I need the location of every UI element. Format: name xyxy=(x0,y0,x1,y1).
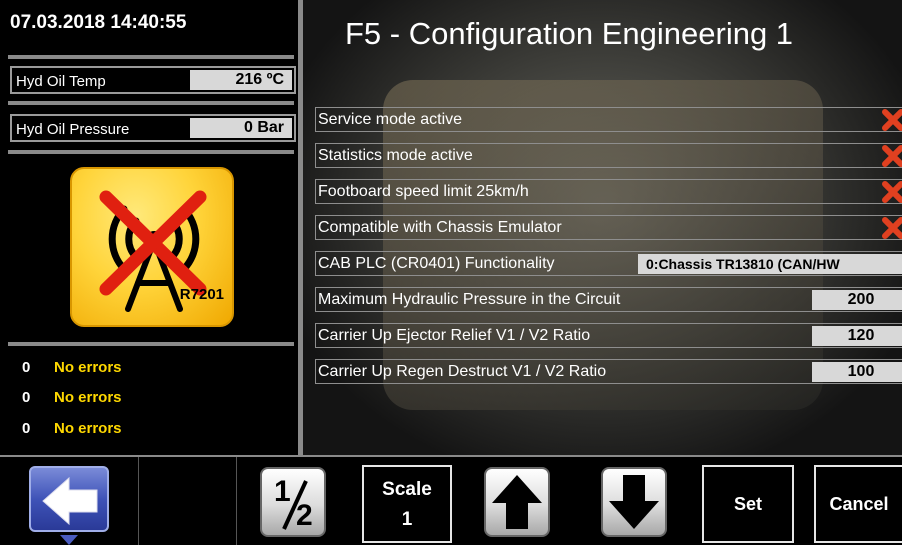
down-button[interactable] xyxy=(601,467,667,537)
error-message: No errors xyxy=(54,389,122,406)
fraction-denominator: 2 xyxy=(296,499,313,532)
page-title: F5 - Configuration Engineering 1 xyxy=(345,16,794,51)
cancel-button[interactable]: Cancel xyxy=(814,465,902,543)
datetime: 07.03.2018 14:40:55 xyxy=(10,12,187,33)
toolbar-divider xyxy=(138,457,139,545)
hyd-oil-pressure-readout: Hyd Oil Pressure 0 Bar xyxy=(10,114,296,142)
config-screen: F5 - Configuration Engineering 1 Service… xyxy=(303,0,902,455)
config-label: Carrier Up Ejector Relief V1 / V2 Ratio xyxy=(318,327,591,344)
caret-down-icon xyxy=(60,535,78,545)
divider xyxy=(8,150,294,154)
config-label: Statistics mode active xyxy=(318,147,473,164)
readout-value: 216 ºC xyxy=(190,70,292,90)
config-row-cab-plc[interactable]: CAB PLC (CR0401) Functionality 0:Chassis… xyxy=(315,251,902,276)
config-row-footboard-speed[interactable]: Footboard speed limit 25km/h xyxy=(315,179,902,204)
back-button[interactable] xyxy=(29,466,109,532)
error-line: 0 No errors xyxy=(22,359,122,376)
error-line: 0 No errors xyxy=(22,420,122,437)
config-row-ejector-relief-ratio[interactable]: Carrier Up Ejector Relief V1 / V2 Ratio … xyxy=(315,323,902,348)
divider xyxy=(8,55,294,59)
cab-plc-select[interactable]: 0:Chassis TR13810 (CAN/HW xyxy=(638,254,902,274)
error-message: No errors xyxy=(54,359,122,376)
error-count: 0 xyxy=(22,420,31,437)
config-row-chassis-emulator[interactable]: Compatible with Chassis Emulator xyxy=(315,215,902,240)
back-arrow-icon xyxy=(42,476,98,526)
radio-no-signal-icon xyxy=(99,190,207,312)
half-fraction-button[interactable]: 1 2 xyxy=(260,467,326,537)
red-x-icon[interactable] xyxy=(881,109,902,131)
config-label: Service mode active xyxy=(318,111,463,128)
scale-label: Scale xyxy=(382,479,432,500)
config-label: CAB PLC (CR0401) Functionality xyxy=(318,255,555,272)
config-row-statistics-mode[interactable]: Statistics mode active xyxy=(315,143,902,168)
config-row-service-mode[interactable]: Service mode active xyxy=(315,107,902,132)
up-button[interactable] xyxy=(484,467,550,537)
config-label: Footboard speed limit 25km/h xyxy=(318,183,529,200)
error-message: No errors xyxy=(54,420,122,437)
readout-value: 0 Bar xyxy=(190,118,292,138)
regen-destruct-ratio-field[interactable]: 100 xyxy=(812,362,902,382)
toolbar-divider xyxy=(236,457,237,545)
error-line: 0 No errors xyxy=(22,389,122,406)
red-x-icon[interactable] xyxy=(881,217,902,239)
readout-label: Hyd Oil Temp xyxy=(16,73,106,90)
red-x-icon[interactable] xyxy=(881,145,902,167)
config-label: Maximum Hydraulic Pressure in the Circui… xyxy=(318,291,621,308)
radio-code-label: R7201 xyxy=(179,286,224,303)
status-panel: 07.03.2018 14:40:55 Hyd Oil Temp 216 ºC … xyxy=(0,0,298,455)
bottom-toolbar: 1 2 Scale 1 Set Cancel xyxy=(0,455,902,545)
divider xyxy=(8,101,294,105)
red-x-icon[interactable] xyxy=(881,181,902,203)
config-row-regen-destruct-ratio[interactable]: Carrier Up Regen Destruct V1 / V2 Ratio … xyxy=(315,359,902,384)
scale-value: 1 xyxy=(401,509,413,530)
ejector-relief-ratio-field[interactable]: 120 xyxy=(812,326,902,346)
scale-button[interactable]: Scale 1 xyxy=(362,465,452,543)
arrow-down-icon xyxy=(609,475,659,529)
config-label: Compatible with Chassis Emulator xyxy=(318,219,562,236)
error-count: 0 xyxy=(22,389,31,406)
hyd-oil-temp-readout: Hyd Oil Temp 216 ºC xyxy=(10,66,296,94)
radio-status-tile: R7201 xyxy=(70,167,234,327)
config-label: Carrier Up Regen Destruct V1 / V2 Ratio xyxy=(318,363,607,380)
error-count: 0 xyxy=(22,359,31,376)
set-button[interactable]: Set xyxy=(702,465,794,543)
readout-label: Hyd Oil Pressure xyxy=(16,121,130,138)
arrow-up-icon xyxy=(492,475,542,529)
divider xyxy=(8,342,294,346)
max-hyd-pressure-field[interactable]: 200 xyxy=(812,290,902,310)
config-row-max-hyd-pressure[interactable]: Maximum Hydraulic Pressure in the Circui… xyxy=(315,287,902,312)
